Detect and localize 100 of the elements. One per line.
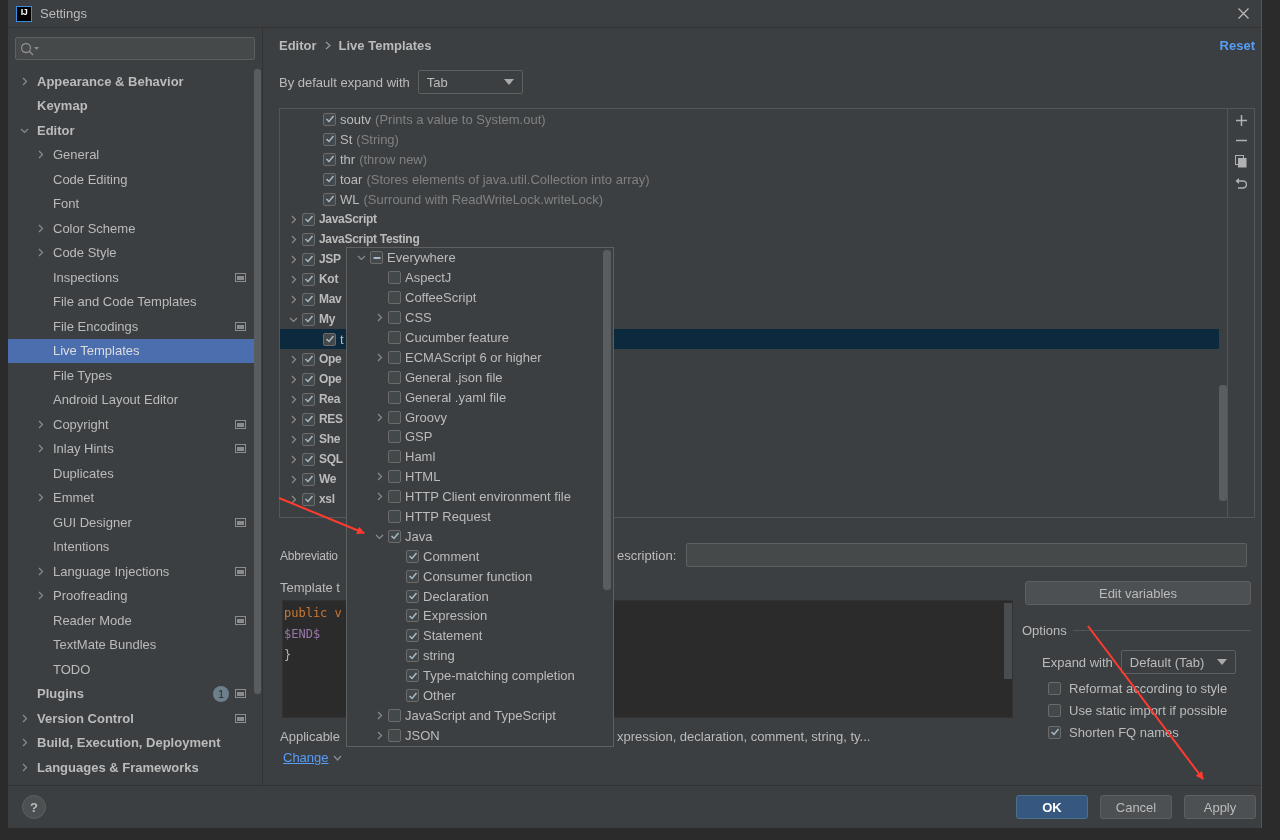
- context-option[interactable]: HTML: [405, 469, 441, 485]
- dialog-button[interactable]: Apply: [1184, 795, 1256, 819]
- checkbox[interactable]: [302, 252, 315, 266]
- context-option[interactable]: Statement: [423, 628, 483, 644]
- checkbox[interactable]: [406, 629, 419, 643]
- checkbox[interactable]: [323, 112, 336, 126]
- chevron-down-icon[interactable]: [356, 253, 366, 263]
- checkbox[interactable]: [388, 430, 401, 444]
- context-option[interactable]: CoffeeScript: [405, 290, 477, 306]
- sidebar-item[interactable]: Inlay Hints: [8, 436, 254, 461]
- checkbox[interactable]: [388, 350, 401, 364]
- checkbox[interactable]: [323, 332, 336, 346]
- checkbox[interactable]: [388, 370, 401, 384]
- scrollbar-thumb[interactable]: [603, 250, 611, 590]
- search-field[interactable]: [15, 37, 255, 60]
- sidebar-item[interactable]: Emmet: [8, 485, 254, 510]
- chevron-right-icon[interactable]: [36, 591, 45, 601]
- context-option[interactable]: General .json file: [405, 369, 503, 385]
- checkbox[interactable]: [388, 311, 401, 325]
- checkbox[interactable]: [388, 331, 401, 344]
- add-icon[interactable]: [1235, 115, 1247, 126]
- checkbox[interactable]: [388, 470, 401, 484]
- close-icon[interactable]: [1238, 8, 1249, 19]
- checkbox[interactable]: [323, 192, 336, 206]
- context-option[interactable]: CSS: [405, 310, 432, 326]
- context-option[interactable]: GSP: [405, 429, 433, 445]
- context-option[interactable]: JSON: [405, 727, 440, 743]
- checkbox[interactable]: [1048, 725, 1061, 739]
- checkbox[interactable]: [302, 452, 315, 466]
- checkbox[interactable]: [388, 390, 401, 404]
- context-option[interactable]: Haml: [405, 449, 436, 465]
- chevron-down-icon[interactable]: [332, 754, 342, 761]
- ok-button[interactable]: OK: [1016, 795, 1088, 819]
- checkbox[interactable]: [406, 569, 419, 583]
- checkbox[interactable]: [323, 172, 336, 186]
- context-option[interactable]: General .yaml file: [405, 389, 507, 405]
- sidebar-item[interactable]: Language Injections: [8, 559, 254, 584]
- sidebar-item[interactable]: Live Templates: [8, 338, 254, 363]
- chevron-right-icon[interactable]: [20, 713, 29, 723]
- context-option[interactable]: Cucumber feature: [405, 330, 510, 345]
- sidebar-item[interactable]: File Encodings: [8, 314, 254, 339]
- expand-with-dropdown[interactable]: Default (Tab): [1120, 650, 1236, 674]
- checkbox[interactable]: [323, 132, 336, 146]
- description-field[interactable]: [686, 543, 1247, 567]
- chevron-right-icon[interactable]: [20, 738, 29, 748]
- checkbox[interactable]: [302, 212, 315, 226]
- context-option[interactable]: ECMAScript 6 or higher: [405, 349, 542, 365]
- checkbox[interactable]: [302, 472, 315, 486]
- template-row[interactable]: WL (Surround with ReadWriteLock.writeLock): [280, 189, 1219, 209]
- sidebar-item[interactable]: Appearance & Behavior: [8, 69, 254, 94]
- checkbox[interactable]: [388, 450, 401, 464]
- context-option[interactable]: string: [423, 648, 455, 664]
- checkbox[interactable]: [388, 291, 401, 305]
- chevron-right-icon[interactable]: [36, 444, 45, 454]
- sidebar-item[interactable]: TODO: [8, 657, 254, 682]
- chevron-right-icon[interactable]: [36, 419, 45, 429]
- checkbox[interactable]: [388, 529, 401, 543]
- checkbox[interactable]: [406, 549, 419, 563]
- template-row[interactable]: soutv (Prints a value to System.out): [280, 109, 1219, 129]
- chevron-right-icon[interactable]: [36, 248, 45, 258]
- template-row[interactable]: St (String): [280, 129, 1219, 149]
- sidebar-item[interactable]: Proofreading: [8, 583, 254, 608]
- context-option[interactable]: Comment: [423, 548, 480, 564]
- sidebar-item[interactable]: Inspections: [8, 265, 254, 290]
- checkbox[interactable]: [302, 372, 315, 386]
- template-row[interactable]: toar (Stores elements of java.util.Collection into array): [280, 169, 1219, 189]
- sidebar-item[interactable]: Plugins 1: [8, 681, 254, 706]
- sidebar-item[interactable]: GUI Designer: [8, 510, 254, 535]
- checkbox[interactable]: [388, 510, 401, 523]
- chevron-right-icon[interactable]: [36, 566, 45, 576]
- sidebar-item[interactable]: TextMate Bundles: [8, 632, 254, 657]
- expand-dropdown[interactable]: Tab: [417, 70, 523, 94]
- scrollbar-thumb[interactable]: [1219, 385, 1227, 501]
- sidebar-item[interactable]: Code Style: [8, 240, 254, 265]
- context-option[interactable]: Java: [405, 528, 433, 544]
- checkbox[interactable]: [302, 412, 315, 426]
- sidebar-item[interactable]: General: [8, 142, 254, 167]
- checkbox[interactable]: [302, 272, 315, 286]
- checkbox[interactable]: [388, 490, 401, 504]
- sidebar-item[interactable]: Color Scheme: [8, 216, 254, 241]
- context-option[interactable]: Expression: [423, 608, 488, 624]
- chevron-right-icon[interactable]: [20, 762, 29, 772]
- checkbox[interactable]: [1048, 703, 1061, 717]
- scrollbar-thumb[interactable]: [254, 69, 261, 694]
- scrollbar-thumb[interactable]: [1004, 603, 1012, 679]
- chevron-right-icon[interactable]: [36, 223, 45, 233]
- chevron-right-icon[interactable]: [20, 76, 29, 86]
- checkbox[interactable]: [406, 609, 419, 623]
- sidebar-item[interactable]: Editor: [8, 118, 254, 143]
- edit-variables-button[interactable]: Edit variables: [1025, 581, 1251, 605]
- sidebar-item[interactable]: Version Control: [8, 706, 254, 731]
- context-option[interactable]: HTTP Request: [405, 509, 491, 524]
- context-option[interactable]: Consumer function: [423, 568, 533, 584]
- change-link[interactable]: Change: [283, 750, 329, 765]
- chevron-right-icon[interactable]: [36, 493, 45, 503]
- sidebar-item[interactable]: Copyright: [8, 412, 254, 437]
- reset-link[interactable]: Reset: [1219, 37, 1255, 53]
- context-option[interactable]: HTTP Client environment file: [405, 489, 571, 505]
- checkbox[interactable]: [406, 689, 419, 703]
- sidebar-item[interactable]: Languages & Frameworks: [8, 755, 254, 780]
